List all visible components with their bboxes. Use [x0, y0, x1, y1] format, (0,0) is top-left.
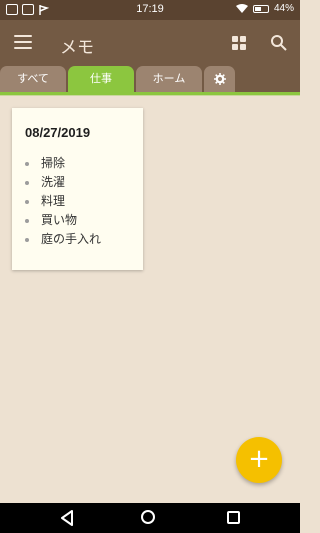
tab-home[interactable]: ホーム — [136, 66, 202, 92]
wifi-icon — [235, 3, 248, 13]
gear-icon — [213, 73, 226, 85]
home-icon[interactable] — [141, 510, 155, 524]
bullet-icon — [25, 199, 29, 204]
note-checklist: 掃除 洗濯 料理 買い物 庭の手入れ — [25, 154, 101, 249]
bullet-icon — [25, 218, 29, 223]
app-title: メモ — [60, 38, 94, 57]
bullet-icon — [25, 161, 29, 166]
note-date: 08/27/2019 — [25, 125, 91, 140]
tab-all[interactable]: すべて — [0, 66, 66, 92]
battery-level: 44% — [273, 3, 294, 14]
tab-work[interactable]: 仕事 — [68, 66, 134, 92]
list-item: 洗濯 — [25, 173, 101, 192]
menu-icon[interactable] — [14, 35, 32, 49]
bullet-icon — [25, 180, 29, 185]
search-icon[interactable] — [270, 34, 288, 52]
list-item: 買い物 — [25, 211, 101, 230]
grid-view-icon[interactable] — [232, 36, 246, 50]
note-card[interactable]: 08/27/2019 掃除 洗濯 料理 買い物 庭の手入れ — [12, 108, 143, 270]
status-bar: 17:19 44% — [0, 0, 300, 20]
app-bar: メモ — [0, 20, 300, 66]
battery-icon — [252, 4, 269, 13]
add-note-button[interactable]: + — [236, 437, 282, 483]
list-item: 庭の手入れ — [25, 230, 101, 249]
tab-settings[interactable] — [204, 66, 235, 92]
list-item: 掃除 — [25, 154, 101, 173]
bullet-icon — [25, 237, 29, 242]
system-nav-bar — [0, 503, 300, 533]
list-item: 料理 — [25, 192, 101, 211]
status-right: 44% — [235, 3, 294, 14]
tab-bar: すべて 仕事 ホーム — [0, 66, 300, 92]
tab-divider — [0, 95, 300, 96]
recents-icon[interactable] — [227, 511, 240, 524]
back-icon[interactable] — [60, 510, 74, 526]
